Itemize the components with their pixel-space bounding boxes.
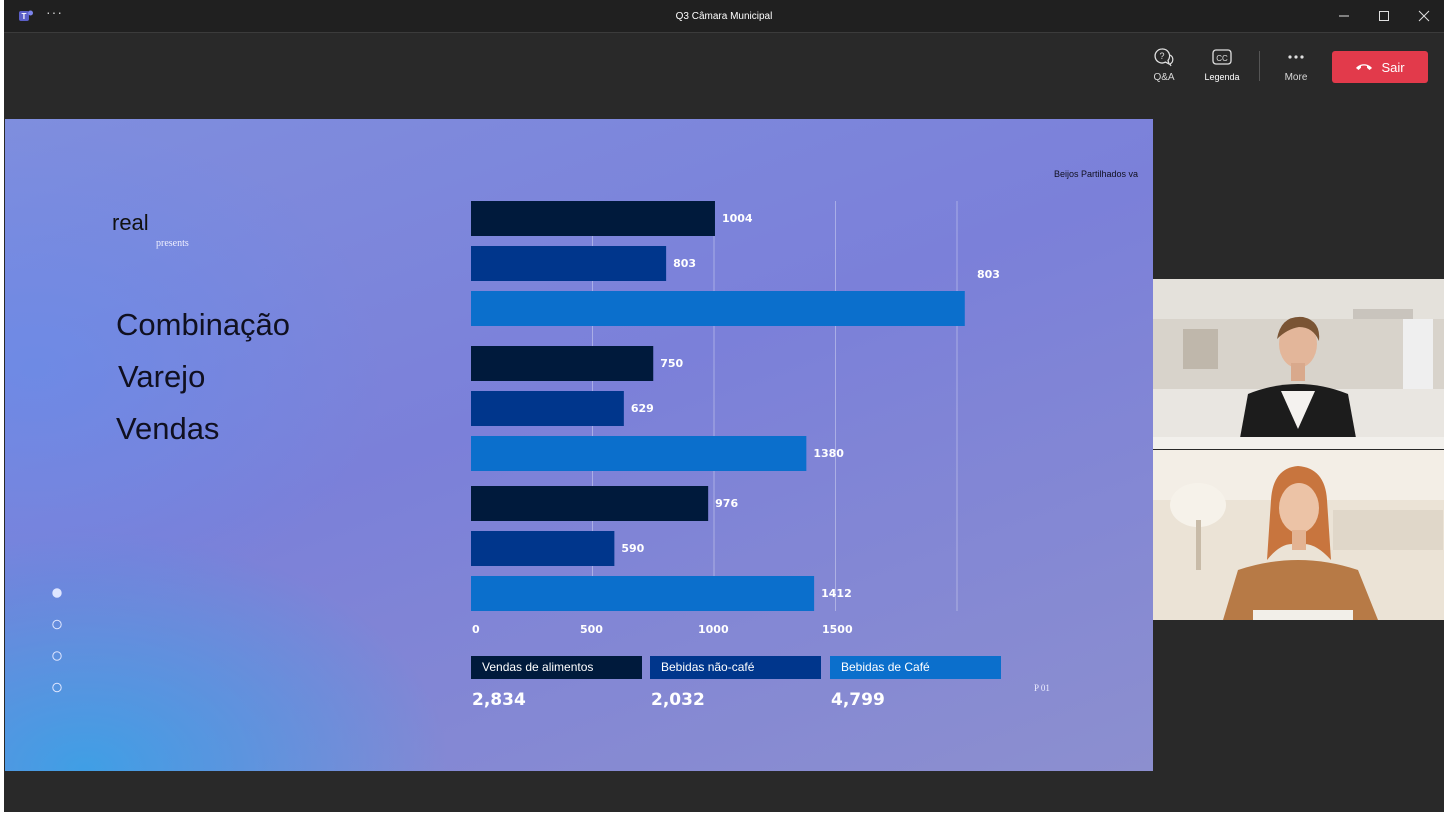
captions-label: Legenda [1204,72,1240,82]
participant-avatar [1153,279,1444,449]
chart-bar [471,576,815,611]
participant-avatar [1153,450,1444,620]
x-tick-label: 1000 [698,623,729,636]
legend-label: Bebidas de Café [841,660,930,674]
chart-data-label: 750 [660,357,683,370]
chart-bar [471,246,667,281]
leave-label: Sair [1381,59,1405,75]
x-tick-label: 0 [472,623,480,636]
more-button[interactable]: More [1271,47,1321,83]
captions-icon: CC [1212,49,1232,65]
chart-bar [471,531,615,566]
page-number: P 01 [1034,683,1050,693]
x-tick-label: 1500 [822,623,853,636]
participant-video-2[interactable] [1153,450,1444,620]
chart-bar [471,391,624,426]
legend-total: 2,032 [651,690,705,710]
qa-button[interactable]: ? Q&A [1139,47,1189,83]
slide-nav-dot[interactable] [52,651,62,661]
chart-data-label: 803 [977,268,1000,281]
window-title: Q3 Câmara Municipal [675,11,773,22]
close-icon [1418,10,1430,22]
minimize-icon [1339,15,1349,17]
svg-text:CC: CC [1216,54,1228,63]
brand-logo-text: real [112,210,149,235]
maximize-icon [1379,11,1389,21]
slide-nav-dot[interactable] [52,682,62,693]
slide-title-line-3: Vendas [116,411,219,446]
chart-data-label: 1412 [821,587,852,600]
chart-data-label: 803 [673,257,696,270]
hang-up-icon [1356,64,1373,70]
slide-nav-dot[interactable] [52,619,62,630]
chart-bar [471,436,807,471]
slide-nav-dot[interactable] [52,588,62,598]
minimize-button[interactable] [1331,6,1357,26]
captions-button[interactable]: CC Legenda [1197,47,1247,83]
legend-label: Vendas de alimentos [482,660,593,674]
meeting-window: T ··· Q3 Câmara Municipal ? Q&A CC Legen… [4,0,1444,812]
legend-total: 4,799 [831,690,885,710]
maximize-button[interactable] [1371,6,1397,26]
more-icon [1288,55,1304,59]
chart-bar [471,486,709,521]
chart-data-label: 1004 [722,212,753,225]
chart-bar [471,201,715,236]
close-button[interactable] [1411,6,1437,26]
slide-canvas: 1004 803 803 750 629 1380 976 590 1412 0 500 1000 1… [52,169,1138,710]
slide-title-line-2: Varejo [118,359,205,394]
chart-bar [471,291,965,326]
chart-data-label: 976 [715,497,738,510]
svg-text:?: ? [1159,51,1164,61]
leave-button[interactable]: Sair [1332,51,1428,83]
title-bar: T ··· Q3 Câmara Municipal [4,0,1444,33]
legend-label: Bebidas não-café [661,660,755,674]
participant-video-1[interactable] [1153,279,1444,449]
slide-corner-text: Beijos Partilhados va [1054,169,1138,179]
chart-data-label: 629 [631,402,654,415]
slide-title-line-1: Combinação [116,307,290,342]
qa-label: Q&A [1153,72,1175,83]
more-label: More [1284,72,1308,83]
brand-subtitle: presents [156,238,189,249]
legend-total: 2,834 [472,690,526,710]
x-tick-label: 500 [580,623,603,636]
shared-slide: 1004 803 803 750 629 1380 976 590 1412 0 500 1000 1… [5,119,1153,771]
chart-bar [471,346,654,381]
chart-data-label: 1380 [813,447,844,460]
chart-data-label: 590 [621,542,644,555]
toolbar-divider [1259,51,1260,81]
qa-icon: ? [1154,48,1174,67]
meeting-toolbar: ? Q&A CC Legenda More Sair [4,33,1444,98]
